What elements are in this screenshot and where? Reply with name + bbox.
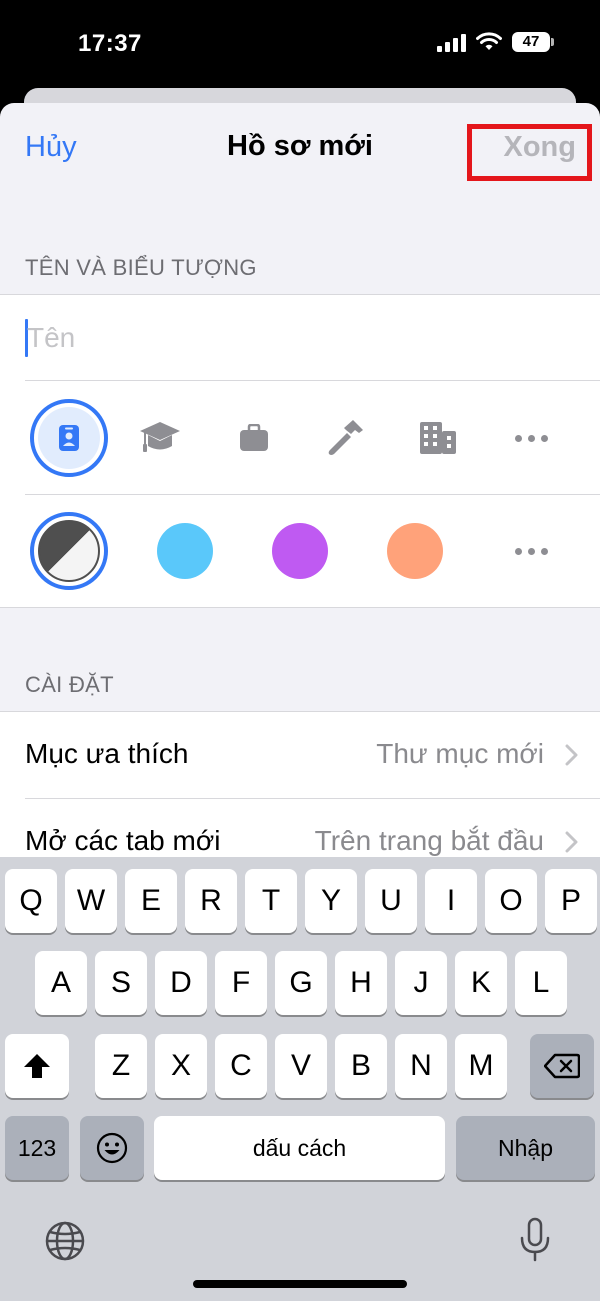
emoji-key[interactable]: [80, 1116, 144, 1180]
setting-label: Mở các tab mới: [25, 825, 221, 856]
key-k[interactable]: K: [455, 951, 507, 1015]
keyboard: Q W E R T Y U I O P A S D F G H J K L Z …: [0, 857, 600, 1301]
graduation-cap-icon: [140, 422, 180, 452]
color-option-blue[interactable]: [146, 512, 224, 590]
icon-option-id-badge[interactable]: [30, 399, 108, 477]
id-badge-icon: [59, 425, 79, 451]
wifi-icon: [476, 32, 502, 50]
key-x[interactable]: X: [155, 1034, 207, 1098]
key-s[interactable]: S: [95, 951, 147, 1015]
color-swatch-purple: [272, 523, 328, 579]
home-indicator: [193, 1280, 407, 1288]
chevron-right-icon: [565, 831, 578, 853]
setting-value: Thư mục mới: [376, 738, 544, 769]
return-key[interactable]: Nhập: [456, 1116, 595, 1180]
globe-icon[interactable]: [44, 1220, 86, 1262]
emoji-icon: [96, 1132, 128, 1164]
key-g[interactable]: G: [275, 951, 327, 1015]
setting-row-favorites[interactable]: Mục ưa thích Thư mục mới: [25, 712, 600, 798]
icon-option-more[interactable]: [492, 399, 570, 477]
section-header-name-icon: TÊN VÀ BIỂU TƯỢNG: [25, 255, 257, 280]
key-m[interactable]: M: [455, 1034, 507, 1098]
color-swatch-orange: [387, 523, 443, 579]
key-v[interactable]: V: [275, 1034, 327, 1098]
delete-key[interactable]: [530, 1034, 594, 1098]
color-option-purple[interactable]: [261, 512, 339, 590]
key-q[interactable]: Q: [5, 869, 57, 933]
shift-icon: [24, 1054, 50, 1078]
more-icon: [514, 547, 548, 555]
key-u[interactable]: U: [365, 869, 417, 933]
icon-option-briefcase[interactable]: [215, 399, 293, 477]
numbers-key[interactable]: 123: [5, 1116, 69, 1180]
setting-label: Mục ưa thích: [25, 738, 189, 769]
key-j[interactable]: J: [395, 951, 447, 1015]
dark-light-swatch: [38, 520, 100, 582]
settings-group: Mục ưa thích Thư mục mới Mở các tab mới …: [0, 711, 600, 871]
more-icon: [514, 434, 548, 442]
battery-indicator: 47: [512, 32, 554, 52]
icon-option-building[interactable]: [399, 399, 477, 477]
status-time: 17:37: [78, 30, 142, 57]
key-e[interactable]: E: [125, 869, 177, 933]
color-option-more[interactable]: [492, 512, 570, 590]
backspace-icon: [544, 1053, 580, 1079]
color-option-dark[interactable]: [30, 512, 108, 590]
icon-option-hammer[interactable]: [307, 399, 385, 477]
hammer-icon: [328, 420, 363, 455]
key-i[interactable]: I: [425, 869, 477, 933]
building-icon: [420, 422, 456, 454]
highlight-annotation: [467, 124, 592, 181]
key-t[interactable]: T: [245, 869, 297, 933]
icon-picker-row: [25, 381, 600, 495]
name-icon-group: [0, 294, 600, 608]
status-icons: 47: [437, 32, 554, 52]
key-n[interactable]: N: [395, 1034, 447, 1098]
briefcase-icon: [240, 424, 268, 451]
key-l[interactable]: L: [515, 951, 567, 1015]
setting-value: Trên trang bắt đầu: [314, 825, 544, 856]
key-p[interactable]: P: [545, 869, 597, 933]
color-swatch-blue: [157, 523, 213, 579]
nav-bar: Hủy Hồ sơ mới Xong: [0, 103, 600, 193]
key-w[interactable]: W: [65, 869, 117, 933]
key-y[interactable]: Y: [305, 869, 357, 933]
key-f[interactable]: F: [215, 951, 267, 1015]
name-row: [25, 295, 600, 381]
microphone-icon[interactable]: [518, 1217, 552, 1263]
key-r[interactable]: R: [185, 869, 237, 933]
key-b[interactable]: B: [335, 1034, 387, 1098]
name-input[interactable]: [27, 313, 577, 363]
key-c[interactable]: C: [215, 1034, 267, 1098]
key-a[interactable]: A: [35, 951, 87, 1015]
key-h[interactable]: H: [335, 951, 387, 1015]
color-picker-row: [0, 495, 600, 607]
shift-key[interactable]: [5, 1034, 69, 1098]
icon-option-graduation[interactable]: [121, 399, 199, 477]
key-d[interactable]: D: [155, 951, 207, 1015]
key-z[interactable]: Z: [95, 1034, 147, 1098]
chevron-right-icon: [565, 744, 578, 766]
key-o[interactable]: O: [485, 869, 537, 933]
cellular-signal-icon: [437, 32, 466, 52]
section-header-settings: CÀI ĐẶT: [25, 672, 114, 697]
color-option-orange[interactable]: [376, 512, 454, 590]
status-bar: 17:37 47: [0, 0, 600, 90]
space-key[interactable]: dấu cách: [154, 1116, 445, 1180]
